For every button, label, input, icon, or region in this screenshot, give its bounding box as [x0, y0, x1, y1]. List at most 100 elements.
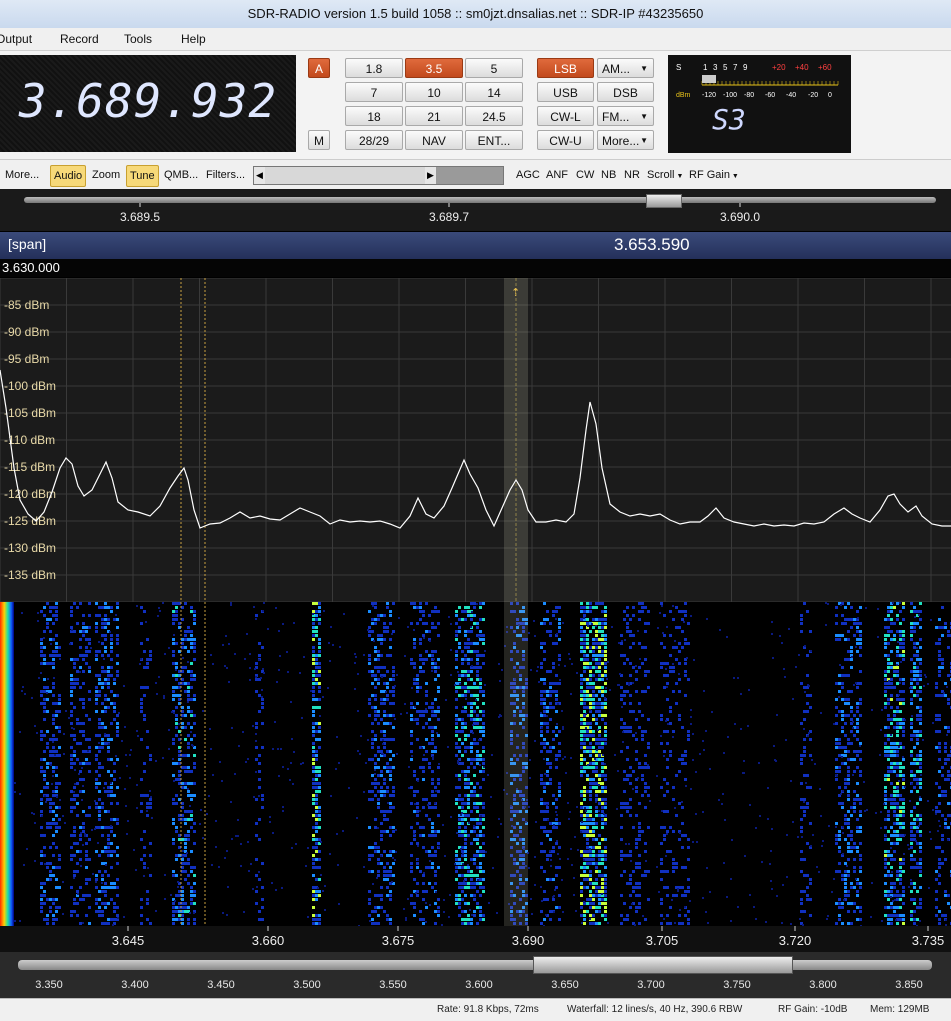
band-scroll-ticks: 3.3503.4003.4503.5003.5503.6003.6503.700… [0, 972, 951, 998]
s-meter-reading: S3 [712, 103, 746, 136]
s-scale-label: +60 [818, 63, 832, 72]
more-button[interactable]: More... [2, 165, 42, 185]
band-button[interactable]: 10 [405, 82, 463, 102]
waterfall-display[interactable] [0, 602, 951, 926]
s-meter: S13579+20+40+60dBm-120-100-80-60-40-200 [668, 55, 851, 153]
anf-button[interactable]: ANF [543, 165, 571, 185]
menu-help[interactable]: Help [181, 32, 206, 46]
title-bar: SDR-RADIO version 1.5 build 1058 :: sm0j… [0, 0, 951, 28]
frequency-axis: 3.6453.6603.6753.6903.7053.7203.735 [0, 926, 951, 952]
scroll-right-icon[interactable]: ▶ [425, 167, 436, 184]
band-scroll[interactable]: 3.3503.4003.4503.5003.5503.6003.6503.700… [0, 952, 951, 998]
menu-output[interactable]: Output [0, 32, 32, 46]
start-frequency: 3.630.000 [2, 260, 60, 275]
band-scroll-tick-label: 3.700 [637, 979, 665, 991]
scroll-dropdown[interactable]: Scroll ▼ [644, 165, 686, 185]
band-button[interactable]: 5 [465, 58, 523, 78]
band-button[interactable]: ENT... [465, 130, 523, 150]
dbm-axis-label: -85 dBm [4, 298, 49, 312]
s-scale-label: 1 [703, 63, 708, 72]
passband-highlight [504, 602, 528, 926]
rf-gain-dropdown[interactable]: RF Gain ▼ [686, 165, 742, 185]
band-scroll-tick-label: 3.500 [293, 979, 321, 991]
band-scroll-track[interactable] [18, 960, 932, 970]
audio-toggle[interactable]: Audio [50, 165, 86, 187]
band-scroll-tick-label: 3.800 [809, 979, 837, 991]
span-label[interactable]: [span] [8, 236, 46, 252]
band-button[interactable]: NAV [405, 130, 463, 150]
chevron-down-icon: ▼ [730, 173, 739, 180]
s-scale-label: +20 [772, 63, 786, 72]
s-scale-label: 3 [713, 63, 718, 72]
spectrum-trace [0, 370, 951, 528]
band-scroll-tick-label: 3.400 [121, 979, 149, 991]
mode-button[interactable]: CW-U [537, 130, 594, 150]
band-button[interactable]: 14 [465, 82, 523, 102]
mode-button[interactable]: More... [597, 130, 654, 150]
band-scroll-tick-label: 3.650 [551, 979, 579, 991]
mode-button[interactable]: LSB [537, 58, 594, 78]
nb-button[interactable]: NB [598, 165, 619, 185]
rf-gain-label: RF Gain [689, 169, 730, 181]
band-button[interactable]: 24.5 [465, 106, 523, 126]
fine-tune-scale[interactable]: 3.689.53.689.73.690.0 [0, 189, 951, 231]
band-button[interactable]: 7 [345, 82, 403, 102]
span-bar: [span] 3.653.590 [0, 232, 951, 259]
waterfall-edge-signal [0, 602, 14, 926]
dbm-axis-label: -130 dBm [4, 541, 56, 555]
dbm-scale-label: 0 [828, 92, 832, 99]
axis-tick-label: 3.645 [112, 933, 145, 948]
fine-tune-tick-label: 3.690.0 [720, 210, 760, 224]
tuning-slider-thumb[interactable] [265, 167, 425, 184]
center-frequency: 3.653.590 [614, 235, 690, 255]
dbm-axis-label: -110 dBm [4, 433, 55, 447]
band-button[interactable]: 21 [405, 106, 463, 126]
spectrum-plot: ⇡-85 dBm-90 dBm-95 dBm-100 dBm-105 dBm-1… [0, 278, 951, 602]
menu-tools[interactable]: Tools [124, 32, 152, 46]
filters-button[interactable]: Filters... [203, 165, 248, 185]
vfo-a-button[interactable]: A [308, 58, 330, 78]
axis-tick-label: 3.660 [252, 933, 285, 948]
dbm-scale-label: -60 [765, 92, 775, 99]
band-button[interactable]: 3.5 [405, 58, 463, 78]
mode-button[interactable]: DSB [597, 82, 654, 102]
status-bar: Rate: 91.8 Kbps, 72ms Waterfall: 12 line… [0, 998, 951, 1021]
dbm-axis-label: -105 dBm [4, 406, 56, 420]
scroll-left-icon[interactable]: ◀ [254, 167, 265, 184]
status-mem: Mem: 129MB [870, 1004, 929, 1015]
zoom-toggle[interactable]: Zoom [89, 165, 123, 185]
waterfall-plot [0, 602, 951, 926]
s-scale-label: +40 [795, 63, 809, 72]
cw-button[interactable]: CW [573, 165, 597, 185]
dbm-axis-label: -90 dBm [4, 325, 49, 339]
band-button[interactable]: 1.8 [345, 58, 403, 78]
dbm-axis-label: -115 dBm [4, 460, 55, 474]
agc-button[interactable]: AGC [513, 165, 543, 185]
dbm-axis-label: -95 dBm [4, 352, 49, 366]
mode-button[interactable]: FM... [597, 106, 654, 126]
start-frequency-bar: 3.630.000 [0, 259, 951, 277]
tune-toggle[interactable]: Tune [126, 165, 159, 187]
window-title: SDR-RADIO version 1.5 build 1058 :: sm0j… [248, 6, 704, 21]
dbm-axis-label: -135 dBm [4, 568, 56, 582]
qmb-button[interactable]: QMB... [161, 165, 201, 185]
mode-button[interactable]: USB [537, 82, 594, 102]
waterfall-pixels [0, 602, 951, 926]
axis-tick-label: 3.675 [382, 933, 415, 948]
mode-button[interactable]: AM... [597, 58, 654, 78]
menu-record[interactable]: Record [60, 32, 99, 46]
spectrum-display[interactable]: ⇡-85 dBm-90 dBm-95 dBm-100 dBm-105 dBm-1… [0, 278, 951, 602]
mode-button[interactable]: CW-L [537, 106, 594, 126]
dbm-axis-label: -120 dBm [4, 487, 56, 501]
nr-button[interactable]: NR [621, 165, 643, 185]
status-waterfall: Waterfall: 12 lines/s, 40 Hz, 390.6 RBW [567, 1004, 742, 1015]
memory-button[interactable]: M [308, 130, 330, 150]
s-scale-label: 5 [723, 63, 728, 72]
band-button[interactable]: 18 [345, 106, 403, 126]
dbm-scale-label: -100 [723, 92, 737, 99]
s-scale-label: 9 [743, 63, 748, 72]
tuning-slider[interactable]: ◀ ▶ [253, 166, 504, 185]
band-scroll-tick-label: 3.350 [35, 979, 63, 991]
band-button[interactable]: 28/29 [345, 130, 403, 150]
dbm-scale-label: -80 [744, 92, 754, 99]
